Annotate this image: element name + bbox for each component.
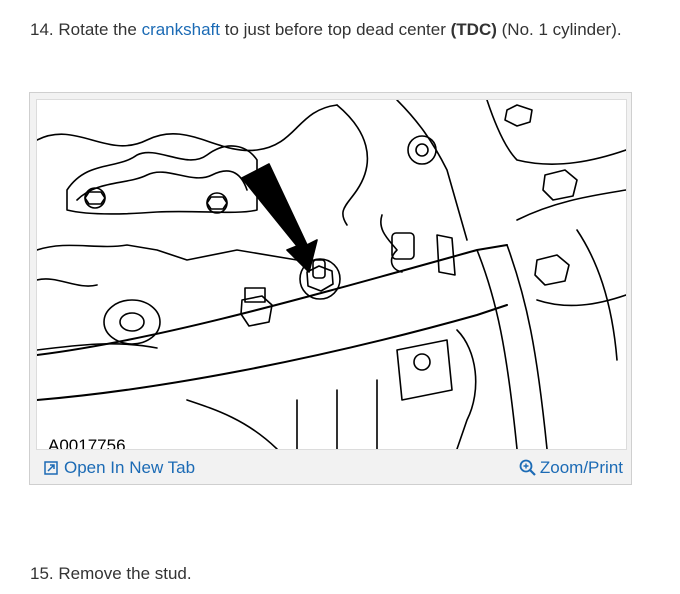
step-text: (No. 1 cylinder).: [501, 20, 622, 39]
figure-container: A0017756 Open In New Tab Zoom/Print: [29, 92, 632, 485]
step-text: Rotate the: [58, 20, 137, 39]
figure-id-label: A0017756: [46, 436, 128, 449]
magnifier-icon: [519, 459, 536, 476]
step-14-instruction: 14. Rotate the crankshaft to just before…: [30, 19, 622, 41]
step-number: 15.: [30, 564, 54, 583]
open-in-new-tab-label: Open In New Tab: [64, 458, 196, 477]
engine-diagram[interactable]: A0017756: [36, 99, 627, 450]
step-text: Remove the stud.: [58, 564, 192, 583]
zoom-print-link[interactable]: Zoom/Print: [519, 458, 623, 478]
crankshaft-link[interactable]: crankshaft: [142, 20, 220, 39]
zoom-print-label: Zoom/Print: [539, 458, 623, 477]
open-new-tab-icon: [44, 461, 58, 475]
figure-toolbar: Open In New Tab Zoom/Print: [36, 455, 625, 481]
step-15-instruction: 15. Remove the stud.: [30, 563, 192, 585]
tdc-bold: (TDC): [450, 20, 497, 39]
engine-illustration: [37, 100, 626, 449]
step-number: 14.: [30, 20, 54, 39]
open-in-new-tab-link[interactable]: Open In New Tab: [44, 458, 195, 478]
step-text: to just before top dead center: [224, 20, 446, 39]
